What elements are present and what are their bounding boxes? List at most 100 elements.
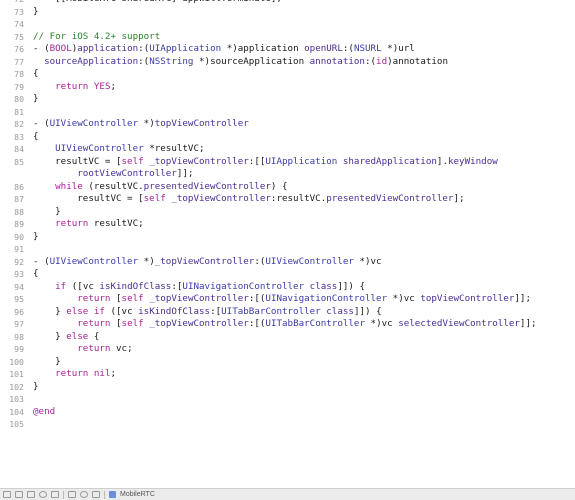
code-line[interactable]: 101 return nil; (0, 368, 575, 381)
code-line[interactable]: 93 { (0, 268, 575, 281)
code-line[interactable]: 98 } else { (0, 331, 575, 344)
code-text[interactable]: - (UIViewController *)topViewController (33, 118, 249, 131)
line-number: 105 (9, 419, 24, 429)
code-line[interactable]: 105 (0, 418, 575, 431)
code-line[interactable]: 74 (0, 18, 575, 31)
code-text[interactable]: } (33, 206, 61, 219)
code-token: ; (110, 80, 117, 92)
code-text[interactable]: return YES; (33, 81, 116, 94)
code-text[interactable]: while (resultVC.presentedViewController)… (33, 181, 287, 194)
code-text[interactable]: } (33, 381, 39, 394)
code-line[interactable]: 76 - (BOOL)application:(UIApplication *)a… (0, 43, 575, 56)
code-token: self (143, 193, 166, 204)
code-text[interactable]: { (33, 68, 39, 81)
code-line[interactable]: 89 return resultVC; (0, 218, 575, 231)
code-token: ; (110, 368, 117, 379)
code-text[interactable]: { (33, 268, 39, 281)
code-line[interactable]: 78 { (0, 68, 575, 81)
code-text[interactable]: } (33, 356, 61, 369)
code-line[interactable]: 97 return [self _topViewController:[(UIT… (0, 318, 575, 331)
code-line[interactable]: 73} (0, 6, 575, 19)
code-text[interactable]: return resultVC; (33, 218, 144, 231)
code-line[interactable]: 91 (0, 243, 575, 256)
code-line[interactable]: 83 { (0, 131, 575, 144)
code-text[interactable]: @end (33, 406, 55, 419)
code-line[interactable]: 94 if ([vc isKindOfClass:[UINavigationCo… (0, 281, 575, 294)
code-text[interactable]: return [self _topViewController:[(UINavi… (33, 293, 531, 306)
step-in-icon[interactable] (39, 491, 47, 498)
code-token: *)sourceApplication (193, 55, 310, 67)
code-token: openURL (304, 43, 343, 54)
breakpoint-icon[interactable] (3, 491, 11, 498)
code-line[interactable]: 79 return YES; (0, 81, 575, 94)
code-line[interactable]: 82 - (UIViewController *)topViewControlle… (0, 118, 575, 131)
code-line[interactable]: 87 resultVC = [self _topViewController:r… (0, 193, 575, 206)
code-text[interactable]: - (BOOL)application:(UIApplication *)app… (33, 43, 415, 56)
code-token: } (33, 93, 39, 104)
code-line[interactable]: 96 } else if ([vc isKindOfClass:[UITabBa… (0, 306, 575, 319)
code-editor[interactable]: 72 [[MobileRTC sharedRTC] appWillTermina… (0, 0, 575, 488)
debug-status-bar: MobileRTC (0, 488, 575, 500)
code-token: ]. (436, 155, 448, 167)
debug-view-icon[interactable] (68, 491, 76, 498)
code-text[interactable]: return nil; (33, 368, 116, 381)
code-line[interactable]: 92- (UIViewController *)_topViewControll… (0, 256, 575, 269)
code-text[interactable]: UIViewController *resultVC; (33, 143, 205, 156)
code-token: } (33, 305, 67, 317)
code-line[interactable]: 103 (0, 393, 575, 406)
code-line[interactable]: 80} (0, 93, 575, 106)
code-token: *)vc (365, 318, 399, 329)
code-text[interactable]: resultVC = [self _topViewController:[[UI… (33, 156, 498, 169)
code-line[interactable]: 75 // For iOS 4.2+ support (0, 31, 575, 44)
line-number: 98 (14, 331, 24, 342)
code-line[interactable]: 85 resultVC = [self _topViewController:[… (0, 156, 575, 169)
code-text[interactable]: return [self _topViewController:[(UITabB… (33, 318, 536, 331)
code-text[interactable]: } else if ([vc isKindOfClass:[UITabBarCo… (33, 305, 381, 319)
code-token: *)url (381, 43, 415, 54)
code-token: } (33, 355, 61, 367)
code-token: *resultVC; (143, 143, 205, 154)
location-icon[interactable] (80, 491, 88, 498)
code-text[interactable]: } (33, 231, 39, 244)
code-text[interactable]: rootViewController]]; (33, 168, 193, 181)
code-token: YES (93, 80, 111, 92)
code-token: } (33, 330, 67, 342)
code-line[interactable]: 95 return [self _topViewController:[(UIN… (0, 293, 575, 306)
code-line[interactable]: rootViewController]]; (0, 168, 575, 181)
code-text[interactable]: // For iOS 4.2+ support (33, 31, 160, 44)
code-line[interactable]: 86 while (resultVC.presentedViewControll… (0, 181, 575, 194)
code-text[interactable]: } (33, 6, 39, 19)
code-token: _topViewController (154, 255, 255, 267)
code-text[interactable]: if ([vc isKindOfClass:[UINavigationContr… (33, 281, 365, 294)
code-text[interactable]: return vc; (33, 343, 132, 356)
status-filename[interactable]: MobileRTC (120, 491, 155, 498)
step-over-icon[interactable] (27, 491, 35, 498)
line-number: 87 (14, 194, 24, 204)
code-line[interactable]: 100 } (0, 356, 575, 369)
code-line[interactable]: 81 (0, 106, 575, 119)
code-line[interactable]: 104 @end (0, 406, 575, 419)
code-text[interactable]: resultVC = [self _topViewController:resu… (33, 193, 464, 206)
code-token: _topViewController (171, 193, 271, 204)
step-out-icon[interactable] (51, 491, 59, 498)
code-line[interactable]: 90} (0, 231, 575, 244)
code-text[interactable]: { (33, 131, 39, 144)
code-text[interactable]: sourceApplication:(NSString *)sourceAppl… (33, 56, 448, 69)
code-text[interactable]: } (33, 93, 39, 106)
code-line[interactable]: 84 UIViewController *resultVC; (0, 143, 575, 156)
memory-icon[interactable] (92, 491, 100, 498)
code-line[interactable]: 77 sourceApplication:(NSString *)sourceA… (0, 56, 575, 69)
code-text[interactable]: } else { (33, 331, 99, 344)
code-line[interactable]: 102} (0, 381, 575, 394)
pause-icon[interactable] (15, 491, 23, 498)
code-line[interactable]: 99 return vc; (0, 343, 575, 356)
code-token: :[[ (248, 155, 266, 167)
code-text[interactable]: - (UIViewController *)_topViewController… (33, 256, 382, 269)
code-token: sourceApplication (44, 55, 139, 67)
code-line[interactable]: 88 } (0, 206, 575, 219)
code-token: :( (364, 55, 377, 67)
code-token: keyWindow (447, 155, 498, 167)
